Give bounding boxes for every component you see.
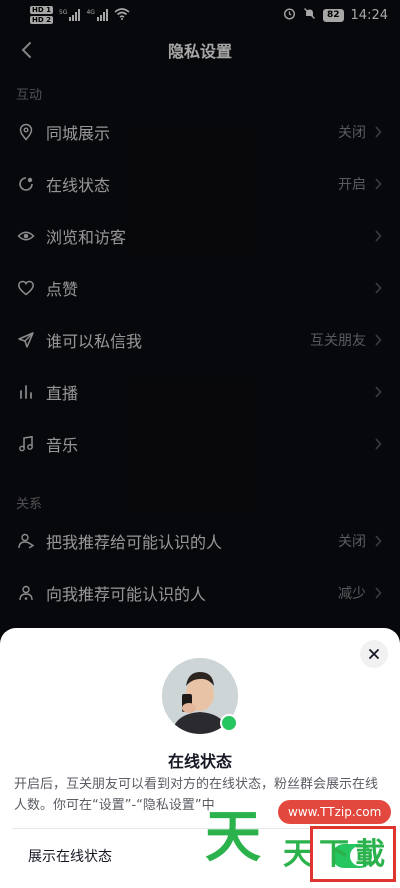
row-browse-visitors[interactable]: 浏览和访客 xyxy=(0,210,400,262)
row-label: 点赞 xyxy=(46,280,79,299)
row-recommend-to-me[interactable]: 向我推荐可能认识的人 减少 xyxy=(0,567,400,619)
back-arrow-icon xyxy=(21,42,31,58)
back-button[interactable] xyxy=(12,36,40,64)
status-left: HD 1 HD 2 5G 4G xyxy=(30,6,130,24)
chevron-right-icon xyxy=(372,587,384,599)
chevron-right-icon xyxy=(372,126,384,138)
close-button[interactable] xyxy=(360,640,388,668)
section-header-relationship: 关系 xyxy=(16,497,43,512)
recommend-me-icon xyxy=(16,531,36,551)
row-value: 互关朋友 xyxy=(310,333,366,349)
row-likes[interactable]: 点赞 xyxy=(0,262,400,314)
row-who-can-message[interactable]: 谁可以私信我 互关朋友 xyxy=(0,314,400,366)
row-label: 浏览和访客 xyxy=(46,228,127,247)
alarm-icon xyxy=(283,7,296,24)
row-label: 把我推荐给可能认识的人 xyxy=(46,533,223,552)
eye-icon xyxy=(16,226,36,246)
clock: 14:24 xyxy=(350,7,388,23)
signal-2-icon: 4G xyxy=(86,9,108,21)
chevron-right-icon xyxy=(372,282,384,294)
row-value: 开启 xyxy=(338,177,366,193)
row-value: 减少 xyxy=(338,586,366,602)
row-label: 音乐 xyxy=(46,436,79,455)
page-title: 隐私设置 xyxy=(167,42,232,61)
network-2-label: 4G xyxy=(86,9,95,16)
chevron-right-icon xyxy=(372,386,384,398)
row-music[interactable]: 音乐 xyxy=(0,418,400,470)
status-right: 82 14:24 xyxy=(283,7,388,24)
chevron-right-icon xyxy=(372,230,384,242)
online-indicator xyxy=(220,714,238,732)
watermark-large-char: 天 xyxy=(205,805,261,870)
hd2-badge: HD 2 xyxy=(30,16,53,24)
chevron-right-icon xyxy=(372,178,384,190)
recommend-to-me-icon xyxy=(16,583,36,603)
battery-indicator: 82 xyxy=(323,8,344,22)
hd-badges: HD 1 HD 2 xyxy=(30,6,53,24)
watermark-frame xyxy=(310,826,396,882)
row-recommend-me[interactable]: 把我推荐给可能认识的人 关闭 xyxy=(0,515,400,567)
chevron-right-icon xyxy=(372,438,384,450)
location-pin-icon xyxy=(16,122,36,142)
heart-icon xyxy=(16,278,36,298)
row-value: 关闭 xyxy=(338,125,366,141)
row-live[interactable]: 直播 xyxy=(0,366,400,418)
row-label: 在线状态 xyxy=(46,176,111,195)
online-status-icon xyxy=(16,174,36,194)
row-label: 谁可以私信我 xyxy=(46,332,143,351)
music-note-icon xyxy=(16,434,36,454)
sheet-title: 在线状态 xyxy=(167,752,232,771)
avatar xyxy=(162,658,238,734)
row-city-display[interactable]: 同城展示 关闭 xyxy=(0,106,400,158)
row-online-status[interactable]: 在线状态 开启 xyxy=(0,158,400,210)
mute-bell-icon xyxy=(303,7,316,24)
network-1-label: 5G xyxy=(58,9,68,16)
live-bars-icon xyxy=(16,382,36,402)
close-icon xyxy=(369,649,379,659)
section-header-interaction: 互动 xyxy=(16,88,43,103)
signal-1-icon: 5G xyxy=(58,9,81,21)
send-icon xyxy=(16,330,36,350)
chevron-right-icon xyxy=(372,334,384,346)
wifi-icon xyxy=(114,7,130,23)
nav-header: 隐私设置 xyxy=(0,30,400,70)
row-label: 同城展示 xyxy=(46,124,111,143)
hd1-badge: HD 1 xyxy=(30,6,53,14)
chevron-right-icon xyxy=(372,535,384,547)
watermark-url: www.TTzip.com xyxy=(278,800,392,824)
row-label: 向我推荐可能认识的人 xyxy=(46,585,207,604)
status-bar: HD 1 HD 2 5G 4G 82 14:24 xyxy=(0,0,400,30)
row-label: 直播 xyxy=(46,384,79,403)
row-value: 关闭 xyxy=(338,534,366,550)
